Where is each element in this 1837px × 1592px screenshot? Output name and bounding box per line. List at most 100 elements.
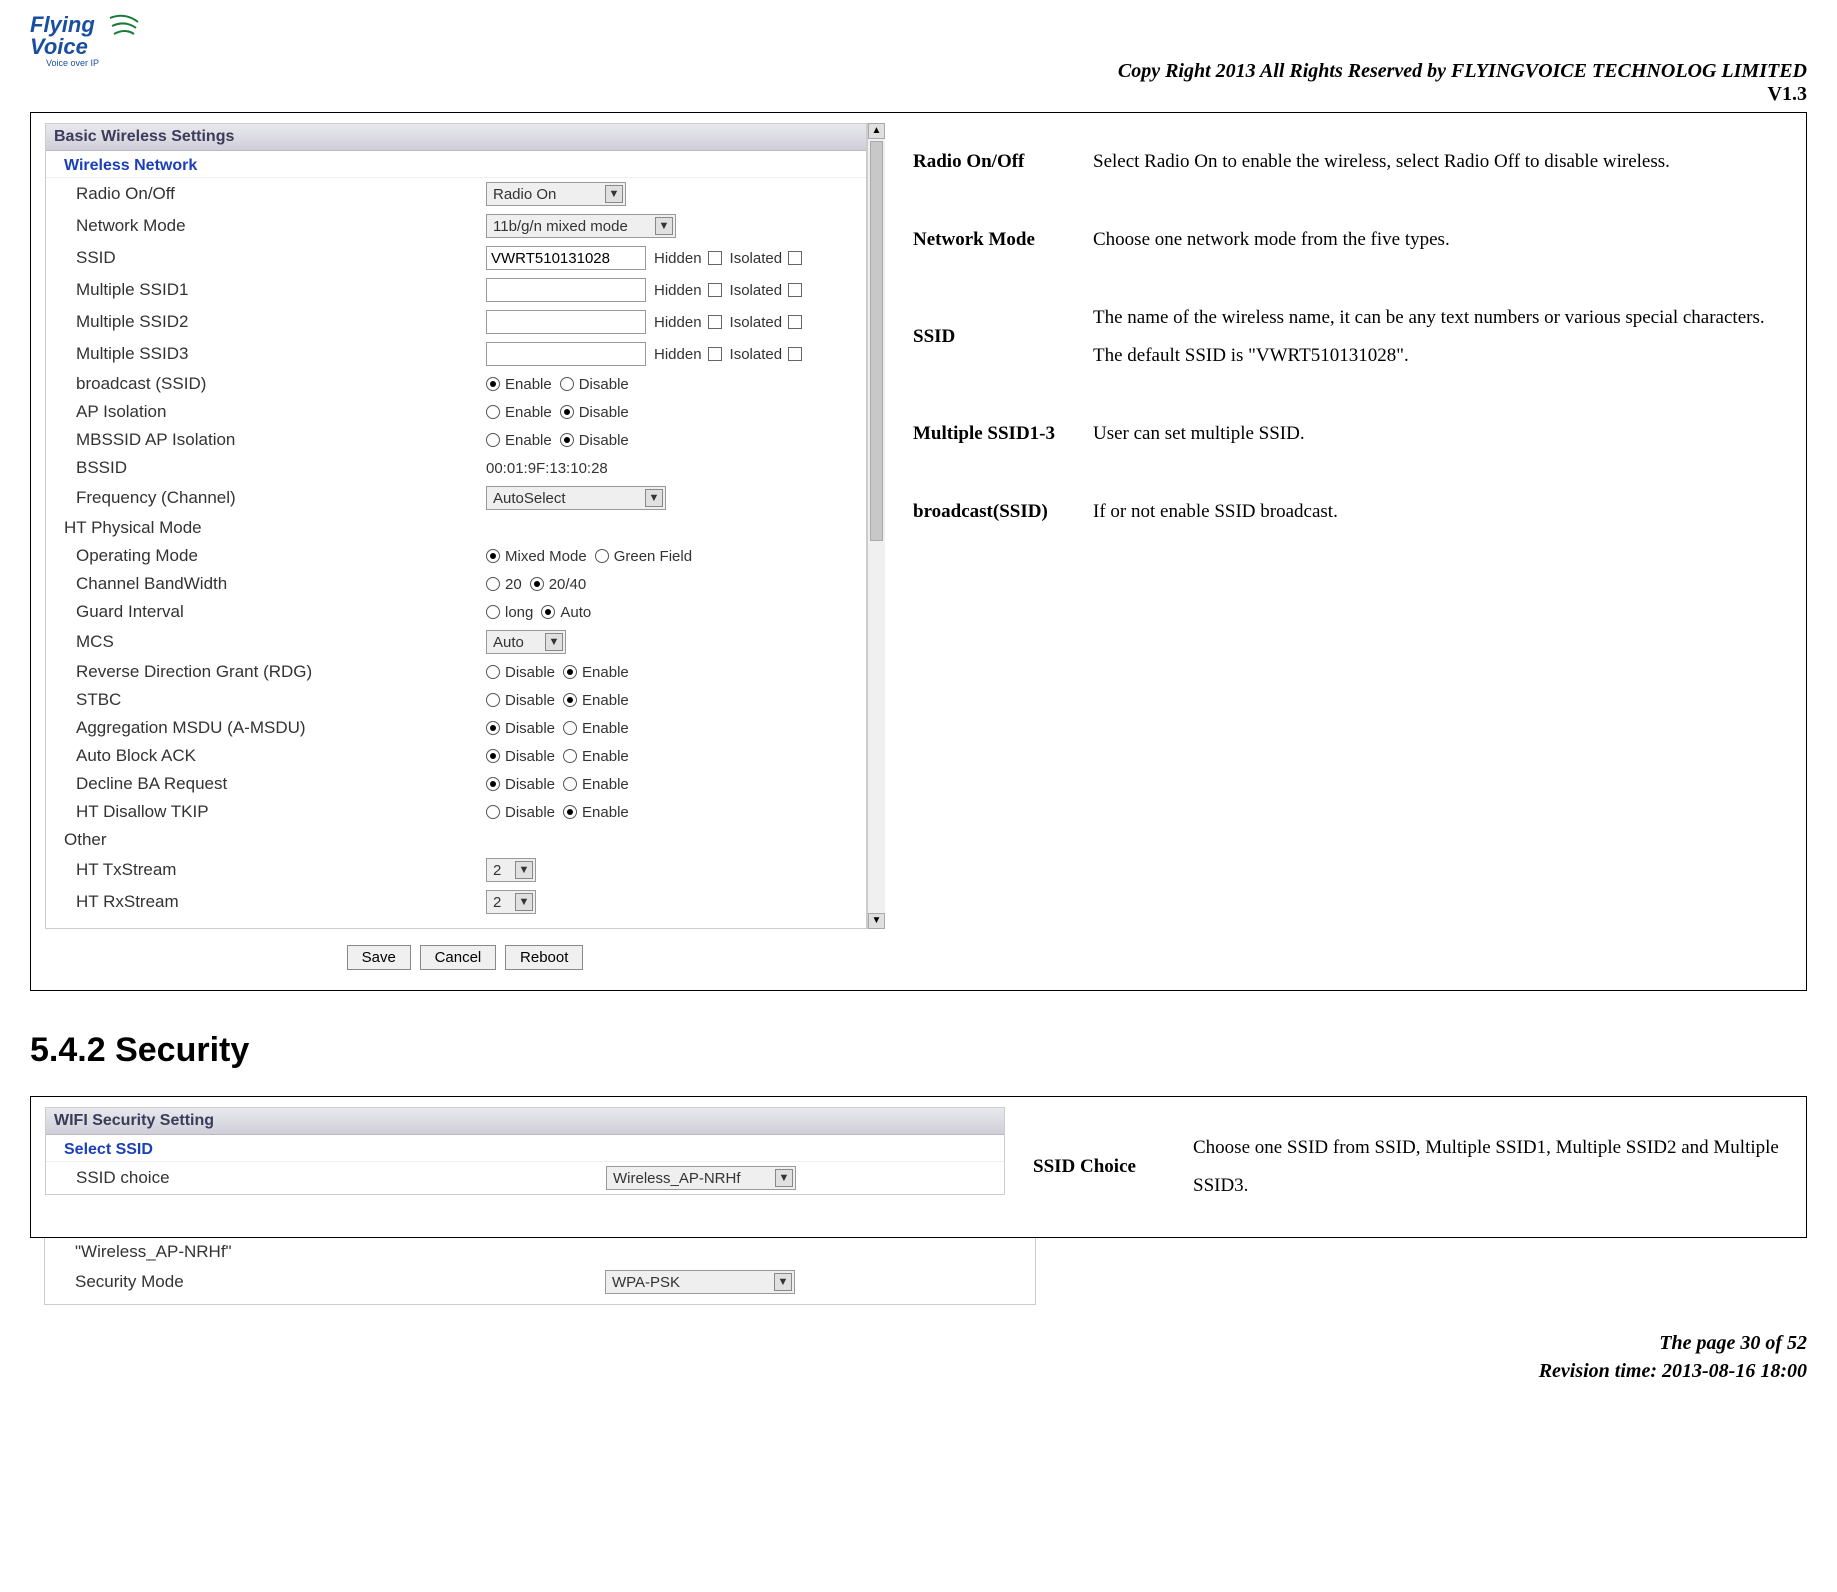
opmode-mixed-radio[interactable] xyxy=(486,549,500,563)
description-table: Radio On/OffSelect Radio On to enable th… xyxy=(905,123,1790,551)
gi-auto-radio[interactable] xyxy=(541,605,555,619)
panel2-subtitle: Select SSID xyxy=(46,1135,1004,1162)
panel-subtitle: Wireless Network xyxy=(46,151,866,178)
tkip-label: HT Disallow TKIP xyxy=(76,802,486,822)
broadcast-enable-radio[interactable] xyxy=(486,377,500,391)
dba-disable-radio[interactable] xyxy=(486,777,500,791)
chevron-down-icon: ▼ xyxy=(645,489,663,507)
desc-text: The name of the wireless name, it can be… xyxy=(1085,279,1790,395)
page-number: The page 30 of 52 xyxy=(30,1329,1807,1357)
tkip-enable-radio[interactable] xyxy=(563,805,577,819)
mssid3-input[interactable] xyxy=(486,342,646,366)
desc-text: Choose one SSID from SSID, Multiple SSID… xyxy=(1185,1109,1790,1225)
cancel-button[interactable]: Cancel xyxy=(420,945,497,970)
mssid1-label: Multiple SSID1 xyxy=(76,280,486,300)
aback-enable-radio[interactable] xyxy=(563,749,577,763)
ssid-choice-select[interactable]: Wireless_AP-NRHf▼ xyxy=(606,1166,796,1190)
frequency-label: Frequency (Channel) xyxy=(76,488,486,508)
section-heading-security: 5.4.2 Security xyxy=(30,1031,1807,1070)
opmode-label: Operating Mode xyxy=(76,546,486,566)
mbssid-disable-radio[interactable] xyxy=(560,433,574,447)
desc-term: SSID Choice xyxy=(1025,1109,1185,1225)
mssid1-input[interactable] xyxy=(486,278,646,302)
panel-title: Basic Wireless Settings xyxy=(46,124,866,151)
other-header: Other xyxy=(64,830,107,850)
desc-term: Multiple SSID1-3 xyxy=(905,395,1085,473)
revision-time: Revision time: 2013-08-16 18:00 xyxy=(30,1357,1807,1385)
opmode-green-radio[interactable] xyxy=(595,549,609,563)
amsdu-disable-radio[interactable] xyxy=(486,721,500,735)
logo: Flying Voice Voice over IP xyxy=(30,10,160,76)
ssid-label: SSID xyxy=(76,248,486,268)
desc-text: If or not enable SSID broadcast. xyxy=(1085,473,1790,551)
amsdu-enable-radio[interactable] xyxy=(563,721,577,735)
bw-2040-radio[interactable] xyxy=(530,577,544,591)
ssid-isolated-checkbox[interactable] xyxy=(788,251,802,265)
apiso-disable-radio[interactable] xyxy=(560,405,574,419)
scroll-up-icon[interactable]: ▲ xyxy=(868,123,885,139)
mssid2-isolated-checkbox[interactable] xyxy=(788,315,802,329)
broadcast-disable-radio[interactable] xyxy=(560,377,574,391)
gi-long-radio[interactable] xyxy=(486,605,500,619)
tkip-disable-radio[interactable] xyxy=(486,805,500,819)
ssid-input[interactable] xyxy=(486,246,646,270)
mssid2-label: Multiple SSID2 xyxy=(76,312,486,332)
dba-enable-radio[interactable] xyxy=(563,777,577,791)
desc-term: SSID xyxy=(905,279,1085,395)
stbc-label: STBC xyxy=(76,690,486,710)
chevron-down-icon: ▼ xyxy=(774,1273,792,1291)
mssid1-isolated-checkbox[interactable] xyxy=(788,283,802,297)
mssid3-hidden-checkbox[interactable] xyxy=(708,347,722,361)
mssid3-isolated-checkbox[interactable] xyxy=(788,347,802,361)
htrx-select[interactable]: 2▼ xyxy=(486,890,536,914)
chevron-down-icon: ▼ xyxy=(515,861,533,879)
scroll-thumb[interactable] xyxy=(870,141,883,541)
description-table-2: SSID ChoiceChoose one SSID from SSID, Mu… xyxy=(1025,1109,1790,1225)
security-box: WIFI Security Setting Select SSID SSID c… xyxy=(30,1096,1807,1238)
svg-text:Voice over IP: Voice over IP xyxy=(46,58,99,68)
mbssid-enable-radio[interactable] xyxy=(486,433,500,447)
mcs-select[interactable]: Auto▼ xyxy=(486,630,566,654)
aback-disable-radio[interactable] xyxy=(486,749,500,763)
bw-20-radio[interactable] xyxy=(486,577,500,591)
network-mode-label: Network Mode xyxy=(76,216,486,236)
frequency-select[interactable]: AutoSelect▼ xyxy=(486,486,666,510)
mssid1-hidden-checkbox[interactable] xyxy=(708,283,722,297)
panel-scrollbar[interactable]: ▲ ▼ xyxy=(867,123,885,929)
rdg-enable-radio[interactable] xyxy=(563,665,577,679)
apisolation-label: AP Isolation xyxy=(76,402,486,422)
broadcast-label: broadcast (SSID) xyxy=(76,374,486,394)
httx-select[interactable]: 2▼ xyxy=(486,858,536,882)
copyright-text: Copy Right 2013 All Rights Reserved by F… xyxy=(170,60,1807,83)
wifi-security-panel-cont: "Wireless_AP-NRHf" Security Mode WPA-PSK… xyxy=(44,1238,1036,1305)
desc-text: Select Radio On to enable the wireless, … xyxy=(1085,123,1790,201)
mssid2-hidden-checkbox[interactable] xyxy=(708,315,722,329)
save-button[interactable]: Save xyxy=(347,945,411,970)
bssid-label: BSSID xyxy=(76,458,486,478)
network-mode-select[interactable]: 11b/g/n mixed mode▼ xyxy=(486,214,676,238)
bssid-value: 00:01:9F:13:10:28 xyxy=(486,460,608,477)
reboot-button[interactable]: Reboot xyxy=(505,945,583,970)
ht-header: HT Physical Mode xyxy=(64,518,202,538)
desc-term: Network Mode xyxy=(905,201,1085,279)
scroll-down-icon[interactable]: ▼ xyxy=(868,913,885,929)
version-text: V1.3 xyxy=(170,83,1807,106)
mssid2-input[interactable] xyxy=(486,310,646,334)
panel2-title: WIFI Security Setting xyxy=(46,1108,1004,1135)
wireless-settings-box: Basic Wireless Settings Wireless Network… xyxy=(30,112,1807,991)
stbc-disable-radio[interactable] xyxy=(486,693,500,707)
apiso-enable-radio[interactable] xyxy=(486,405,500,419)
security-mode-select[interactable]: WPA-PSK▼ xyxy=(605,1270,795,1294)
radio-onoff-label: Radio On/Off xyxy=(76,184,486,204)
svg-text:Voice: Voice xyxy=(30,34,88,59)
ssid-hidden-checkbox[interactable] xyxy=(708,251,722,265)
stbc-enable-radio[interactable] xyxy=(563,693,577,707)
radio-onoff-select[interactable]: Radio On▼ xyxy=(486,182,626,206)
basic-wireless-panel: Basic Wireless Settings Wireless Network… xyxy=(45,123,867,929)
desc-term: Radio On/Off xyxy=(905,123,1085,201)
aback-label: Auto Block ACK xyxy=(76,746,486,766)
chevron-down-icon: ▼ xyxy=(605,185,623,203)
rdg-disable-radio[interactable] xyxy=(486,665,500,679)
rdg-label: Reverse Direction Grant (RDG) xyxy=(76,662,486,682)
ssid-choice-label: SSID choice xyxy=(76,1168,606,1188)
